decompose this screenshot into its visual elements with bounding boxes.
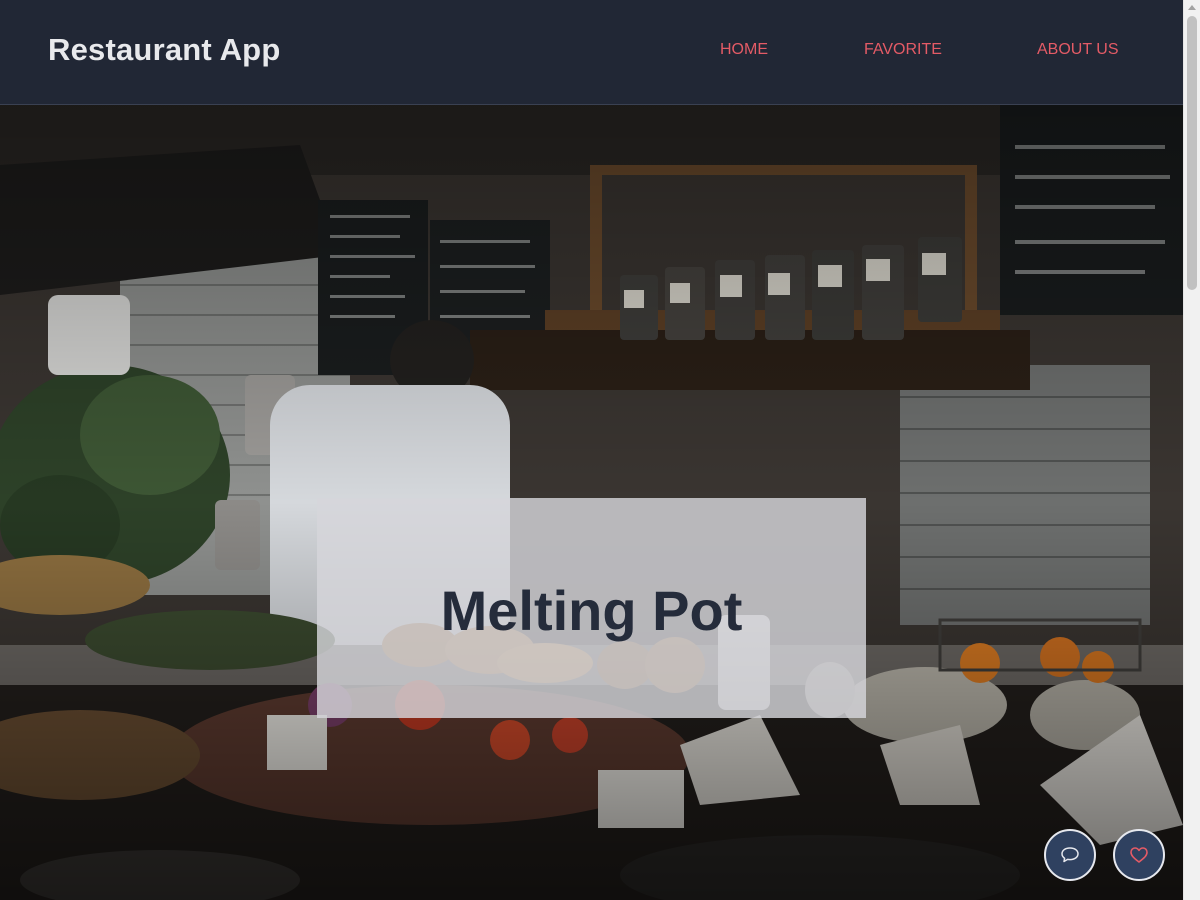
heart-icon <box>1130 847 1148 863</box>
scroll-up-arrow-icon[interactable] <box>1188 5 1196 10</box>
nav-about-link[interactable]: ABOUT US <box>1037 41 1119 59</box>
vertical-scrollbar[interactable] <box>1183 0 1200 900</box>
main-nav: HOME FAVORITE ABOUT US <box>0 41 1183 63</box>
hero-title: Melting Pot <box>440 578 743 642</box>
favorite-button[interactable] <box>1113 829 1165 881</box>
scrollbar-thumb[interactable] <box>1187 16 1197 290</box>
chat-bubble-icon <box>1061 847 1079 863</box>
top-navbar: Restaurant App HOME FAVORITE ABOUT US <box>0 0 1183 105</box>
chat-button[interactable] <box>1044 829 1096 881</box>
nav-favorite-link[interactable]: FAVORITE <box>864 41 942 59</box>
nav-home-link[interactable]: HOME <box>720 41 768 59</box>
hero-section: Melting Pot <box>0 105 1183 900</box>
hero-title-card: Melting Pot <box>317 498 866 718</box>
